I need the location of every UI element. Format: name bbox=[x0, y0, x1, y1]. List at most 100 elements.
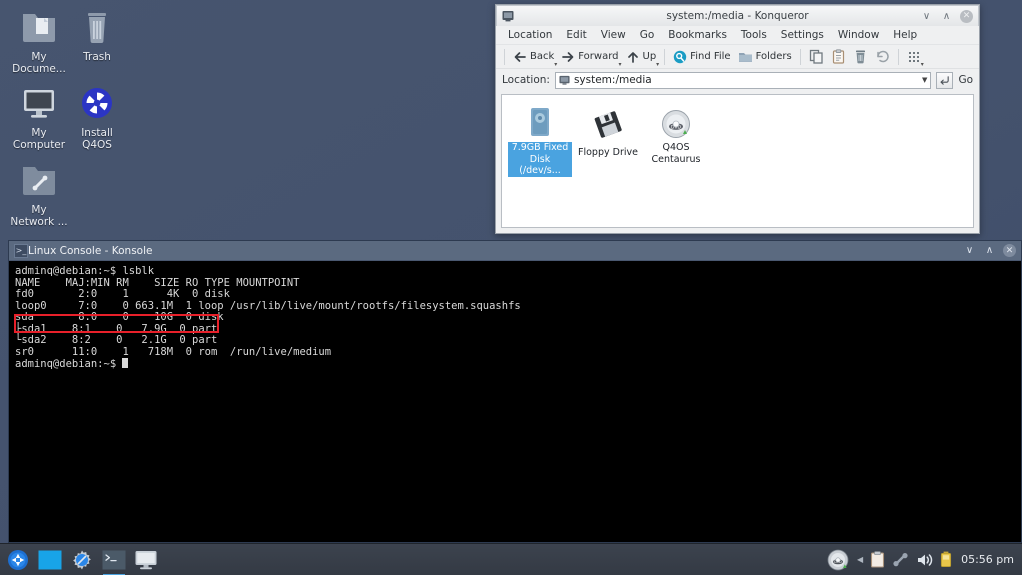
minimize-button[interactable]: ∨ bbox=[963, 244, 976, 257]
toolbar-divider bbox=[897, 48, 899, 65]
taskbar-launchers bbox=[0, 548, 159, 575]
close-button[interactable]: ✕ bbox=[960, 9, 973, 23]
copy-icon bbox=[809, 49, 823, 64]
dvd-disc-icon: DVD bbox=[827, 549, 849, 570]
menu-help[interactable]: Help bbox=[886, 28, 924, 42]
system-tray: DVD ◀ bbox=[826, 548, 1022, 572]
toolbar-back-button[interactable]: Back ▾ bbox=[510, 49, 557, 68]
desktop-icon-my-network[interactable]: My Network ... bbox=[8, 161, 70, 228]
toolbar-undo-button[interactable] bbox=[872, 48, 893, 65]
menu-tools[interactable]: Tools bbox=[734, 28, 774, 42]
toolbar-folders-button[interactable]: Folders bbox=[735, 49, 795, 65]
display-task[interactable] bbox=[133, 548, 159, 572]
maximize-button[interactable]: ∧ bbox=[983, 244, 996, 257]
file-item-label: Floppy Drive bbox=[578, 147, 638, 158]
go-button[interactable] bbox=[936, 71, 954, 89]
file-item-q4os-centaurus[interactable]: DVD Q4OS Centaurus bbox=[642, 101, 710, 179]
clipboard-tray-icon[interactable] bbox=[870, 551, 885, 568]
menu-view[interactable]: View bbox=[594, 28, 633, 42]
konsole-task[interactable] bbox=[101, 548, 127, 575]
location-input[interactable]: system:/media ▼ bbox=[554, 71, 932, 89]
settings-task[interactable] bbox=[69, 548, 95, 572]
desktop[interactable]: My Docume... Trash My Computer Install Q… bbox=[0, 0, 1022, 575]
konsole-window[interactable]: >_ Linux Console - Konsole ∨ ∧ ✕ adminq@… bbox=[8, 240, 1022, 543]
q4os-start-icon bbox=[8, 549, 28, 570]
menu-edit[interactable]: Edit bbox=[559, 28, 593, 42]
toolbar-paste-button[interactable] bbox=[828, 48, 849, 65]
grid-view-icon bbox=[908, 51, 919, 62]
konqueror-title: system:/media - Konqueror bbox=[666, 10, 809, 22]
monitor-icon bbox=[135, 550, 157, 569]
konqueror-location-bar: Location: system:/media ▼ Go bbox=[496, 69, 979, 91]
menu-window[interactable]: Window bbox=[831, 28, 886, 42]
konqueror-file-view[interactable]: 7.9GB Fixed Disk (/dev/s... Floppy Drive… bbox=[501, 94, 974, 228]
file-item-floppy-drive[interactable]: Floppy Drive bbox=[574, 101, 642, 179]
toolbar-find-file-label: Find File bbox=[690, 51, 731, 62]
menu-location[interactable]: Location bbox=[501, 28, 559, 42]
q4os-installer-icon bbox=[66, 84, 128, 124]
desktop-icon-label: My Computer bbox=[12, 127, 66, 151]
menu-settings[interactable]: Settings bbox=[774, 28, 831, 42]
desktop-icon-install-q4os[interactable]: Install Q4OS bbox=[66, 84, 128, 151]
minimize-button[interactable]: ∨ bbox=[920, 10, 933, 23]
undo-icon bbox=[876, 50, 889, 63]
volume-tray-icon[interactable] bbox=[916, 552, 933, 568]
toolbar-back-label: Back bbox=[530, 51, 555, 62]
network-folder-icon bbox=[8, 161, 70, 201]
network-tray-icon[interactable] bbox=[892, 552, 909, 567]
go-label[interactable]: Go bbox=[958, 74, 973, 86]
toolbar-folders-label: Folders bbox=[755, 51, 792, 62]
konqueror-window-icon bbox=[502, 10, 514, 22]
toolbar-forward-label: Forward bbox=[578, 51, 619, 62]
konqueror-titlebar[interactable]: system:/media - Konqueror ∨ ∧ ✕ bbox=[496, 5, 979, 26]
desktop-icon-my-documents[interactable]: My Docume... bbox=[8, 8, 70, 75]
toolbar-divider bbox=[504, 48, 505, 65]
menu-go[interactable]: Go bbox=[633, 28, 662, 42]
back-arrow-icon bbox=[514, 51, 526, 62]
trash-icon bbox=[66, 8, 128, 48]
floppy-disk-icon bbox=[576, 104, 640, 140]
battery-tray-icon[interactable] bbox=[940, 551, 952, 568]
terminal-cursor bbox=[122, 358, 129, 368]
chevron-down-icon[interactable]: ▼ bbox=[922, 76, 927, 84]
toolbar-find-file-button[interactable]: Find File bbox=[670, 49, 733, 65]
terminal-text: adminq@debian:~$ lsblk NAME MAJ:MIN RM S… bbox=[15, 265, 521, 370]
file-item-fixed-disk[interactable]: 7.9GB Fixed Disk (/dev/s... bbox=[506, 101, 574, 179]
tray-expand-arrow[interactable]: ◀ bbox=[857, 555, 863, 564]
toolbar-view-mode-button[interactable]: ▾ bbox=[904, 49, 924, 68]
toolbar-copy-button[interactable] bbox=[806, 48, 827, 65]
desktop-icon-trash[interactable]: Trash bbox=[66, 8, 128, 63]
konqueror-menubar: Location Edit View Go Bookmarks Tools Se… bbox=[496, 26, 979, 45]
dvd-drive-tray-icon[interactable]: DVD bbox=[826, 548, 850, 572]
close-button[interactable]: ✕ bbox=[1003, 244, 1016, 257]
folders-icon bbox=[738, 52, 752, 62]
taskbar[interactable]: DVD ◀ bbox=[0, 543, 1022, 575]
desktop-icon-label: My Network ... bbox=[10, 204, 68, 228]
konsole-title: Linux Console - Konsole bbox=[28, 244, 153, 257]
start-menu-button[interactable] bbox=[5, 548, 31, 572]
toolbar-divider bbox=[664, 48, 666, 65]
toolbar-forward-button[interactable]: Forward ▾ bbox=[558, 49, 622, 68]
find-file-icon bbox=[673, 50, 687, 63]
toolbar-up-button[interactable]: Up ▾ bbox=[623, 49, 660, 68]
konsole-titlebar[interactable]: >_ Linux Console - Konsole ∨ ∧ ✕ bbox=[9, 241, 1021, 261]
chevron-down-icon: ▾ bbox=[656, 60, 660, 68]
konsole-window-icon: >_ bbox=[14, 243, 28, 258]
toolbar-delete-button[interactable] bbox=[850, 48, 871, 65]
chevron-down-icon: ▾ bbox=[920, 60, 924, 68]
desktop-icon-label: My Docume... bbox=[12, 51, 66, 75]
terminal-output[interactable]: adminq@debian:~$ lsblk NAME MAJ:MIN RM S… bbox=[11, 263, 1019, 540]
konqueror-window[interactable]: system:/media - Konqueror ∨ ∧ ✕ Location… bbox=[495, 4, 980, 234]
menu-bookmarks[interactable]: Bookmarks bbox=[661, 28, 734, 42]
battery-icon bbox=[941, 551, 952, 568]
window-task-blue[interactable] bbox=[37, 548, 63, 572]
taskbar-clock[interactable]: 05:56 pm bbox=[961, 553, 1014, 566]
computer-small-icon bbox=[559, 75, 570, 85]
enter-key-icon bbox=[940, 75, 950, 85]
desktop-icon-label: Install Q4OS bbox=[81, 127, 113, 151]
maximize-button[interactable]: ∧ bbox=[940, 10, 953, 23]
file-item-label: 7.9GB Fixed Disk (/dev/s... bbox=[508, 142, 572, 177]
paste-icon bbox=[832, 49, 844, 64]
desktop-icon-my-computer[interactable]: My Computer bbox=[8, 84, 70, 151]
chevron-down-icon: ▾ bbox=[618, 60, 622, 68]
